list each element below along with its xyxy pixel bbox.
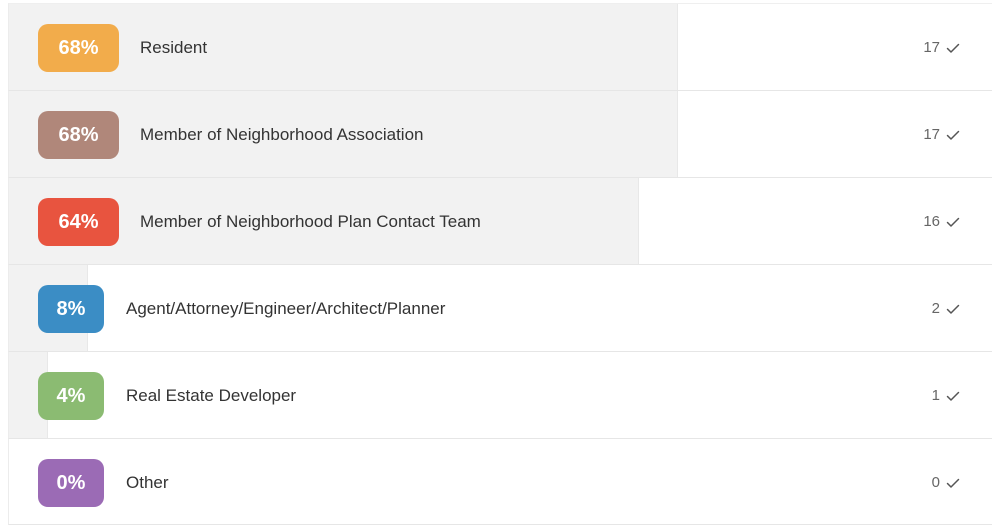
check-icon — [946, 41, 960, 55]
vote-count-number: 2 — [931, 300, 940, 317]
check-icon — [946, 128, 960, 142]
vote-count-number: 17 — [923, 39, 940, 56]
vote-count: 16 — [923, 178, 960, 265]
percent-badge: 8% — [38, 285, 104, 333]
result-row-other[interactable]: 0% Other 0 — [8, 438, 992, 525]
vote-count: 2 — [932, 265, 960, 352]
vote-count-number: 1 — [931, 387, 940, 404]
option-label: Agent/Attorney/Engineer/Architect/Planne… — [126, 299, 446, 318]
result-row-resident[interactable]: 68% Resident 17 — [8, 3, 992, 90]
result-row-agent-attorney[interactable]: 8% Agent/Attorney/Engineer/Architect/Pla… — [8, 264, 992, 351]
vote-count-number: 17 — [923, 126, 940, 143]
vote-count-number: 0 — [931, 474, 940, 491]
check-icon — [946, 215, 960, 229]
vote-count: 17 — [923, 91, 960, 178]
vote-count-number: 16 — [923, 213, 940, 230]
percent-badge: 0% — [38, 459, 104, 507]
percent-badge: 68% — [38, 111, 119, 159]
option-label: Real Estate Developer — [126, 386, 297, 405]
vote-count: 17 — [923, 4, 960, 91]
percent-badge: 4% — [38, 372, 104, 420]
result-row-neighborhood-association[interactable]: 68% Member of Neighborhood Association 1… — [8, 90, 992, 177]
option-label: Member of Neighborhood Plan Contact Team — [140, 212, 481, 231]
option-label: Resident — [140, 38, 208, 57]
vote-count: 0 — [932, 439, 960, 526]
check-icon — [946, 302, 960, 316]
option-label: Member of Neighborhood Association — [140, 125, 424, 144]
percent-badge: 64% — [38, 198, 119, 246]
poll-results: 68% Resident 17 68% Member of Neighborho… — [8, 3, 992, 525]
result-row-plan-contact-team[interactable]: 64% Member of Neighborhood Plan Contact … — [8, 177, 992, 264]
check-icon — [946, 389, 960, 403]
result-row-real-estate-developer[interactable]: 4% Real Estate Developer 1 — [8, 351, 992, 438]
check-icon — [946, 476, 960, 490]
option-label: Other — [126, 473, 169, 492]
vote-count: 1 — [932, 352, 960, 439]
percent-badge: 68% — [38, 24, 119, 72]
